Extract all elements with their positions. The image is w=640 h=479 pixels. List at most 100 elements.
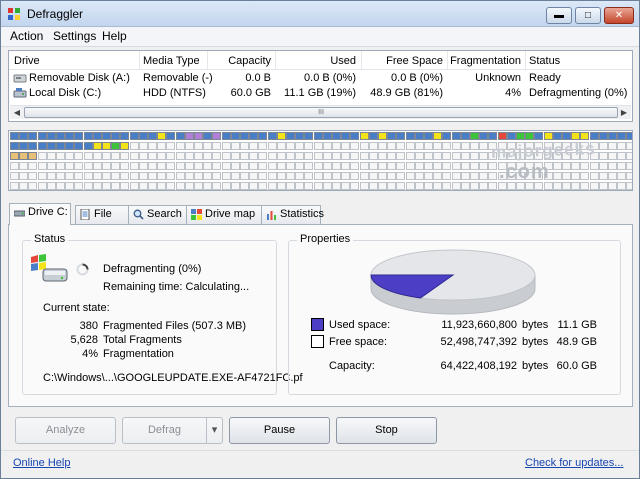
drive-map-block — [341, 172, 351, 180]
column-capacity[interactable]: Capacity — [209, 55, 271, 67]
drive-map-block — [598, 172, 608, 180]
drive-map-block — [19, 152, 29, 160]
drive-map-block — [378, 182, 387, 190]
drive-list-header: Drive Media Type Capacity Used Free Spac… — [9, 51, 632, 70]
drive-map-block — [442, 162, 452, 170]
drive-map-block — [184, 132, 194, 140]
tab-statistics[interactable]: Statistics — [261, 205, 324, 224]
drive-map-block — [157, 132, 167, 140]
tab-label: Search — [147, 208, 182, 220]
drive-map-block — [240, 152, 249, 160]
drive-map-block — [396, 182, 406, 190]
drive-map-block — [175, 162, 185, 170]
drive-map-block — [129, 152, 139, 160]
scroll-thumb[interactable]: III — [24, 107, 618, 118]
drive-map-block — [322, 142, 332, 150]
drive-map-block — [221, 152, 231, 160]
drive-map-block — [166, 132, 176, 140]
drive-map-block — [341, 152, 351, 160]
drive-map-block — [534, 132, 544, 140]
defrag-dropdown-button[interactable]: ▾ — [206, 417, 223, 444]
drive-map-block — [313, 172, 323, 180]
media-type: Removable (-) — [143, 72, 213, 84]
properties-group: Properties Used space: 11,923,660,800 by… — [288, 233, 621, 395]
column-status[interactable]: Status — [529, 55, 560, 67]
drive-list-scrollbar[interactable]: ◀ III ▶ — [10, 105, 631, 119]
drive-map-block — [276, 172, 286, 180]
drive-map-block — [74, 152, 84, 160]
scroll-right-icon[interactable]: ▶ — [618, 107, 630, 118]
drive-map-block — [341, 132, 351, 140]
menu-settings[interactable]: Settings — [53, 29, 96, 43]
drive-map-block — [405, 182, 415, 190]
drive-map-block — [608, 132, 617, 140]
drive-map-block — [276, 152, 286, 160]
drive-map-block — [111, 162, 121, 170]
drive-map-block — [433, 172, 443, 180]
drive-c-panel: Status Defragmenting (0%) Remaining time… — [8, 224, 633, 407]
drive-map-block — [258, 182, 268, 190]
drive-map-block — [19, 172, 29, 180]
tab-drive-c[interactable]: Drive C: — [9, 203, 71, 225]
menu-action[interactable]: Action — [10, 29, 43, 43]
capacity-size: 60.0 GB — [556, 360, 597, 372]
drive-row-c[interactable]: Local Disk (C:) HDD (NTFS) 60.0 GB 11.1 … — [9, 86, 632, 101]
drive-map-block — [378, 132, 387, 140]
drive-map-block — [212, 162, 222, 170]
drive-map-block — [102, 132, 111, 140]
pause-button[interactable]: Pause — [229, 417, 330, 444]
drive-map-block — [304, 182, 314, 190]
drive-map-block — [470, 182, 479, 190]
check-updates-link[interactable]: Check for updates... — [525, 457, 623, 469]
online-help-link[interactable]: Online Help — [13, 457, 70, 469]
drive-map-block — [424, 142, 433, 150]
drive-map-block — [608, 162, 617, 170]
used-space-unit: bytes — [522, 319, 549, 331]
defrag-button[interactable]: Defrag — [122, 417, 207, 444]
close-button[interactable]: ✕ — [604, 7, 634, 24]
column-fragmentation[interactable]: Fragmentation — [449, 55, 521, 67]
drive-map-block — [19, 132, 29, 140]
drive-map-block — [46, 142, 56, 150]
stop-button[interactable]: Stop — [336, 417, 437, 444]
tab-file-list[interactable]: File list — [75, 205, 129, 237]
drive-map-block — [46, 182, 56, 190]
drive-map-block — [258, 162, 268, 170]
analyze-button[interactable]: Analyze — [15, 417, 116, 444]
free-space-unit: bytes — [522, 336, 549, 348]
scroll-left-icon[interactable]: ◀ — [11, 107, 23, 118]
column-media-type[interactable]: Media Type — [143, 55, 200, 67]
drive-map-block — [552, 172, 562, 180]
drive-map-block — [424, 152, 433, 160]
column-used[interactable]: Used — [277, 55, 356, 67]
drive-map-block — [552, 132, 562, 140]
tab-strip: Drive C: File list Search Drive map Stat… — [9, 203, 329, 237]
drive-map-block — [19, 162, 29, 170]
drive-map-block — [28, 182, 38, 190]
column-free-space[interactable]: Free Space — [363, 55, 443, 67]
tab-drive-map[interactable]: Drive map — [186, 205, 262, 224]
drive-map-block — [304, 132, 314, 140]
column-drive[interactable]: Drive — [14, 55, 40, 67]
stat-label: Total Fragments — [103, 334, 182, 346]
drive-map-block — [102, 152, 111, 160]
drive-map-block — [451, 132, 461, 140]
maximize-button[interactable]: □ — [575, 7, 601, 24]
footer-divider — [1, 450, 639, 451]
defrag-drive-icon — [31, 254, 68, 282]
search-icon — [133, 209, 144, 220]
tab-search[interactable]: Search — [128, 205, 187, 224]
drive-row-a[interactable]: Removable Disk (A:) Removable (-) 0.0 B … — [9, 71, 632, 86]
drive-map-block — [175, 152, 185, 160]
minimize-button[interactable]: ▬ — [546, 7, 572, 24]
drive-map-block — [230, 172, 240, 180]
drive-map-block — [322, 182, 332, 190]
menu-help[interactable]: Help — [102, 29, 127, 43]
defraggler-logo-icon — [8, 8, 20, 20]
drive-map-block — [175, 182, 185, 190]
drive-map-block — [267, 162, 277, 170]
drive-map-block — [359, 172, 369, 180]
drive-map-block — [230, 182, 240, 190]
drive-map-block — [313, 182, 323, 190]
drive-map-block — [120, 182, 130, 190]
